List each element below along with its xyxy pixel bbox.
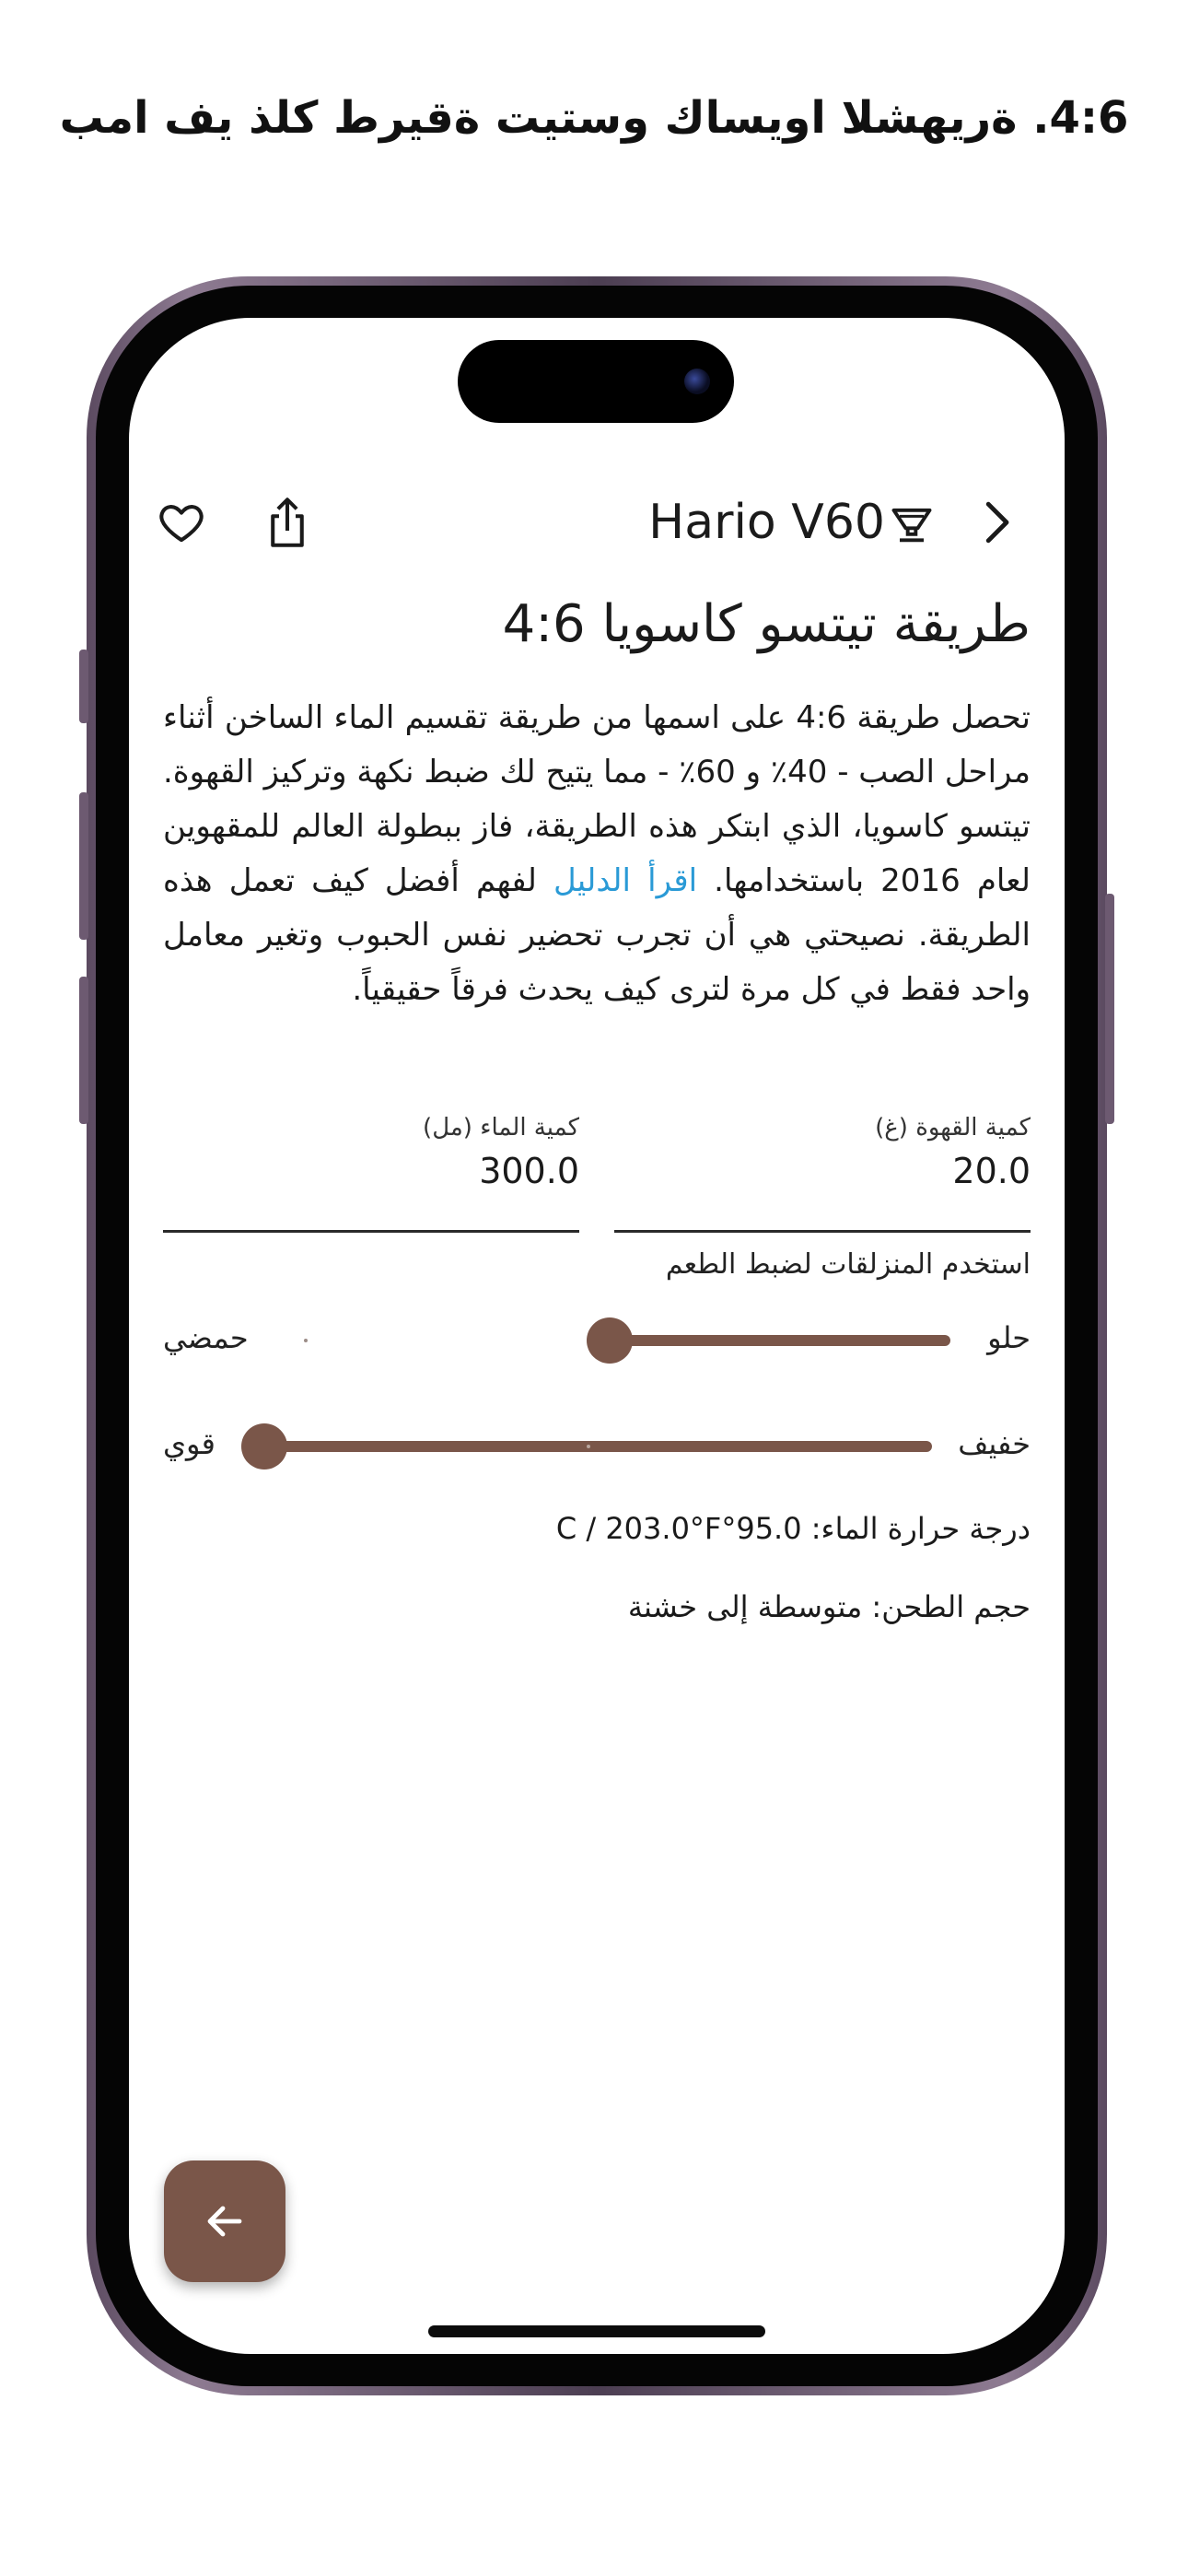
strength-slider-row: خفيف قوي [163,1419,1031,1474]
recipe-description: تحصل طريقة 4:6 على اسمها من طريقة تقسيم … [163,691,1031,1017]
taste-slider-track[interactable] [610,1335,950,1346]
taste-slider-row: حلو حمضي [163,1313,1031,1368]
forward-button[interactable] [967,493,1026,552]
strength-light-label: خفيف [958,1426,1031,1461]
water-amount-value[interactable]: 300.0 [163,1151,579,1191]
coffee-amount-value[interactable]: 20.0 [614,1151,1031,1191]
home-indicator [428,2325,765,2337]
taste-slider-thumb[interactable] [587,1317,633,1364]
v60-dripper-icon [888,500,936,552]
volume-down-button [79,977,88,1124]
recipe-content: طريقة تيتسو كاسويا 4:6 تحصل طريقة 4:6 عل… [163,594,1031,1017]
chevron-right-icon [985,501,1009,544]
page-headline: 4:6. ةريهشلا اويساك وستيت ةقيرط كلذ يف ا… [59,92,1129,144]
grind-size: حجم الطحن: متوسطة إلى خشنة [627,1589,1031,1624]
dynamic-island [458,340,734,423]
taste-slider-tick [304,1339,308,1342]
favorite-button[interactable] [152,493,211,552]
volume-up-button [79,792,88,940]
heart-outline-icon [159,505,204,543]
water-temperature: درجة حرارة الماء: 95.0°C / 203.0°F [555,1511,1031,1546]
slider-hint: استخدم المنزلقات لضبط الطعم [665,1248,1031,1281]
strength-strong-label: قوي [163,1426,215,1461]
share-button[interactable] [258,493,317,552]
top-app-bar: Hario V60 [129,474,1065,567]
coffee-amount-label: كمية القهوة (غ) [875,1114,1031,1142]
share-icon [271,498,304,547]
brewer-title: Hario V60 [648,495,885,550]
taste-sweet-label: حلو [987,1320,1031,1355]
water-amount-label: كمية الماء (مل) [423,1114,579,1142]
arrow-left-icon [207,2206,242,2237]
coffee-amount-field[interactable]: كمية القهوة (غ) 20.0 [614,1110,1031,1233]
read-guide-link[interactable]: اقرأ الدليل [553,862,697,899]
app-screen: Hario V60 طريقة تيتسو كاسويا 4:6 تحصل طر… [129,318,1065,2354]
strength-slider-thumb[interactable] [241,1423,287,1469]
water-amount-field[interactable]: كمية الماء (مل) 300.0 [163,1110,579,1233]
camera-icon [684,369,710,394]
taste-acidic-label: حمضي [163,1320,249,1355]
power-button [1105,894,1114,1124]
recipe-title: طريقة تيتسو كاسويا 4:6 [502,594,1031,654]
strength-slider-tick [587,1445,590,1448]
back-fab-button[interactable] [164,2160,285,2282]
action-button [79,650,88,723]
amount-inputs: كمية القهوة (غ) 20.0 كمية الماء (مل) 300… [163,1110,1031,1233]
